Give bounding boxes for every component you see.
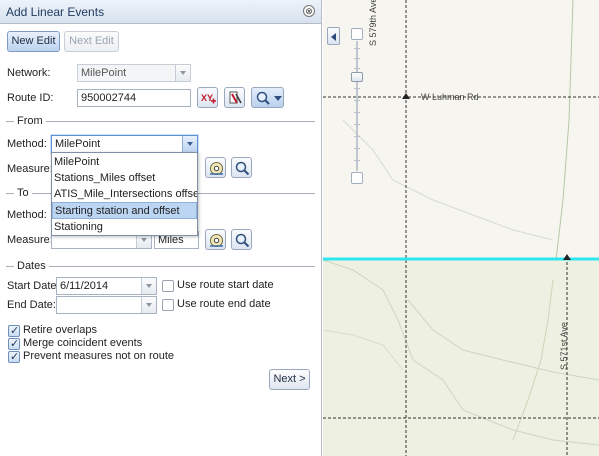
method-option-selected[interactable]: Starting station and offset [52, 202, 197, 219]
route-icon[interactable] [224, 87, 245, 108]
method-option[interactable]: Stations_Miles offset [52, 170, 197, 187]
zoom-icon[interactable] [251, 87, 284, 108]
dates-section-label: Dates [14, 260, 49, 272]
chevron-down-icon [175, 65, 190, 81]
close-icon[interactable]: ⊗ [303, 5, 315, 17]
xy-icon[interactable]: XY [197, 87, 218, 108]
route-id-label: Route ID: [7, 92, 54, 104]
merge-coincident-label: Merge coincident events [23, 337, 143, 349]
zoom-thumb[interactable] [351, 72, 363, 82]
map-canvas [323, 0, 599, 456]
retire-overlaps-label: Retire overlaps [23, 324, 97, 336]
to-section-label: To [14, 187, 32, 199]
route-id-input[interactable]: 950002744 [77, 89, 191, 107]
retire-overlaps-checkbox[interactable] [8, 324, 20, 337]
route-id-value: 950002744 [81, 92, 137, 104]
panel-titlebar: Add Linear Events ⊗ [0, 0, 321, 24]
start-date-label: Start Date: [7, 280, 60, 292]
start-date-input[interactable]: 6/11/2014 [56, 277, 157, 295]
flag-icon[interactable] [205, 229, 226, 250]
from-method-select[interactable]: MilePoint [51, 135, 198, 153]
zoom-out-button[interactable] [351, 172, 363, 184]
zoom-slider[interactable] [351, 28, 363, 184]
method-option[interactable]: ATIS_Mile_Intersections offset [52, 186, 197, 203]
chevron-down-icon [141, 297, 156, 313]
network-value: MilePoint [81, 67, 127, 79]
end-date-label: End Date: [7, 299, 56, 311]
chevron-down-icon [141, 278, 156, 294]
from-method-value: MilePoint [55, 138, 101, 150]
merge-coincident-checkbox[interactable] [8, 337, 20, 350]
prevent-measures-checkbox[interactable] [8, 350, 20, 363]
network-select[interactable]: MilePoint [77, 64, 191, 82]
flag-icon[interactable] [205, 157, 226, 178]
panel-title: Add Linear Events [6, 5, 105, 19]
prevent-measures-label: Prevent measures not on route [23, 350, 175, 362]
new-edit-button[interactable]: New Edit [7, 31, 60, 52]
road-label-cross: W Luhman Rd [421, 92, 479, 102]
use-route-start-label: Use route start date [177, 279, 274, 291]
road-label-top: S 579th Ave [368, 0, 378, 46]
add-linear-events-panel: Add Linear Events ⊗ New Edit Next Edit N… [0, 0, 322, 456]
next-edit-button[interactable]: Next Edit [64, 31, 119, 52]
road-label-bottom: S 571st Ave [559, 322, 569, 370]
method-option[interactable]: Stationing [52, 219, 197, 236]
from-section-label: From [14, 115, 46, 127]
search-icon[interactable] [231, 157, 252, 178]
zoom-track [356, 41, 358, 171]
search-icon[interactable] [231, 229, 252, 250]
zoom-in-button[interactable] [351, 28, 363, 40]
to-method-label: Method: [7, 209, 47, 221]
use-route-end-checkbox[interactable] [162, 299, 174, 311]
from-section: From [6, 115, 315, 127]
from-method-label: Method: [7, 138, 47, 150]
start-date-value: 6/11/2014 [60, 280, 109, 292]
use-route-end-label: Use route end date [177, 298, 271, 310]
next-button[interactable]: Next > [269, 369, 310, 390]
end-date-input[interactable] [56, 296, 157, 314]
map-view[interactable]: S 579th Ave W Luhman Rd S 571st Ave [323, 0, 599, 456]
from-measure-label: Measure: [7, 163, 53, 175]
method-dropdown-list: MilePoint Stations_Miles offset ATIS_Mil… [51, 152, 198, 236]
use-route-start-checkbox[interactable] [162, 280, 174, 292]
dates-section: Dates [6, 260, 315, 272]
collapse-icon[interactable] [327, 27, 340, 45]
network-label: Network: [7, 67, 51, 79]
method-option[interactable]: MilePoint [52, 154, 197, 171]
to-measure-label: Measure: [7, 234, 53, 246]
chevron-down-icon [182, 136, 197, 152]
